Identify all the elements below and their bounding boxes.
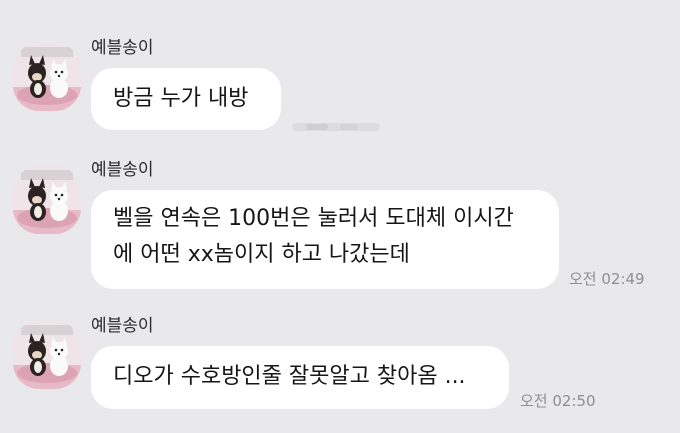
sender-name: 예블송이	[91, 38, 154, 58]
dog-photo-icon	[13, 43, 81, 111]
message-bubble[interactable]: 방금 누가 내방	[91, 68, 281, 130]
blurred-read-indicator-icon	[292, 123, 380, 131]
dog-photo-icon	[13, 321, 81, 389]
message-timestamp: 오전 02:50	[520, 392, 596, 410]
message-bubble[interactable]: 디오가 수호방인줄 잘못알고 찾아옴 ...	[91, 346, 509, 409]
avatar[interactable]	[13, 166, 81, 234]
avatar[interactable]	[13, 321, 81, 389]
message-text: 방금 누가 내방	[113, 86, 249, 111]
message-bubble[interactable]: 벨을 연속은 100번은 눌러서 도대체 이시간 에 어떤 xx놈이지 하고 나…	[91, 190, 559, 289]
sender-name: 예블송이	[91, 160, 154, 180]
message-text: 디오가 수호방인줄 잘못알고 찾아옴 ...	[113, 364, 466, 389]
message-text-line: 에 어떤 xx놈이지 하고 나갔는데	[113, 242, 410, 267]
dog-photo-icon	[13, 166, 81, 234]
message-timestamp: 오전 02:49	[569, 270, 645, 288]
avatar[interactable]	[13, 43, 81, 111]
sender-name: 예블송이	[91, 316, 154, 336]
message-text-line: 벨을 연속은 100번은 눌러서 도대체 이시간	[113, 206, 514, 231]
